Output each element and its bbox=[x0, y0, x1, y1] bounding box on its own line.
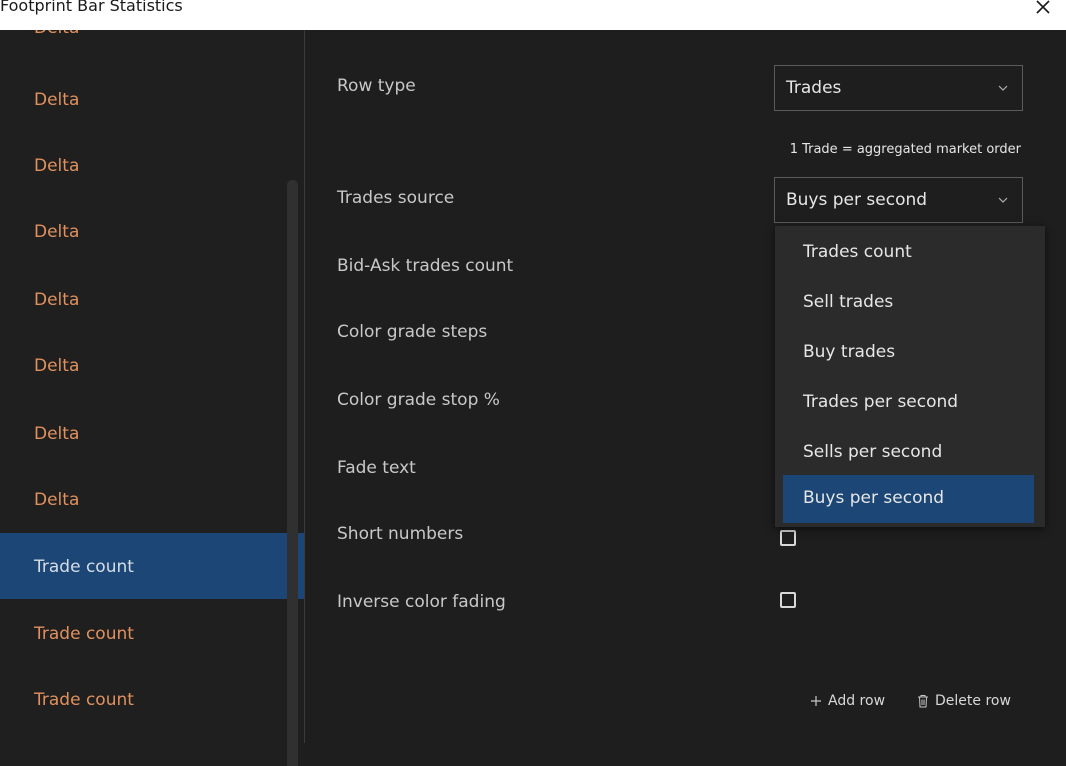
sidebar-item-trade-count[interactable]: Trade count bbox=[0, 666, 305, 732]
sidebar-item-delta[interactable]: Delta bbox=[0, 132, 305, 198]
sidebar-item-label: Trade count bbox=[34, 624, 134, 644]
dropdown-option[interactable]: Buy trades bbox=[775, 328, 1045, 378]
sidebar-item-delta[interactable]: Delta bbox=[0, 332, 305, 398]
dropdown-option-label: Buy trades bbox=[803, 342, 896, 362]
short-numbers-label: Short numbers bbox=[337, 524, 464, 544]
close-icon bbox=[1036, 0, 1050, 14]
title-bar: Footprint Bar Statistics bbox=[0, 0, 1066, 30]
chevron-down-icon bbox=[998, 85, 1008, 91]
chevron-down-icon bbox=[998, 197, 1008, 203]
bid-ask-label: Bid-Ask trades count bbox=[337, 256, 514, 276]
dropdown-option-label: Buys per second bbox=[803, 488, 945, 508]
trade-hint: 1 Trade = aggregated market order bbox=[789, 142, 1021, 157]
add-row-label: Add row bbox=[828, 693, 886, 709]
short-numbers-checkbox[interactable] bbox=[780, 530, 796, 546]
dropdown-option-label: Sells per second bbox=[803, 442, 943, 462]
close-button[interactable] bbox=[1020, 0, 1066, 24]
row-type-value: Trades bbox=[786, 78, 842, 98]
trash-icon bbox=[918, 695, 928, 708]
delete-row-button[interactable]: Delete row bbox=[917, 693, 1011, 709]
dropdown-option-selected[interactable]: Buys per second bbox=[783, 475, 1034, 523]
sidebar-item-delta[interactable]: Delta bbox=[0, 266, 305, 332]
sidebar-item-trade-count[interactable]: Trade count bbox=[0, 533, 305, 599]
delete-row-label: Delete row bbox=[935, 693, 1011, 709]
sidebar-item-label: Delta bbox=[34, 356, 80, 376]
sidebar-item-label: Delta bbox=[34, 90, 80, 110]
sidebar: Delta Delta Delta Delta Delta Delta Delt… bbox=[0, 30, 305, 766]
sidebar-item-delta[interactable]: Delta bbox=[0, 66, 305, 132]
plus-icon bbox=[811, 696, 821, 706]
trades-source-dropdown: Trades count Sell trades Buy trades Trad… bbox=[775, 226, 1045, 527]
trades-source-value: Buys per second bbox=[786, 190, 928, 210]
sidebar-item-partial[interactable]: Delta bbox=[34, 30, 79, 38]
sidebar-item-label: Delta bbox=[34, 290, 80, 310]
dropdown-option[interactable]: Sell trades bbox=[775, 278, 1045, 328]
dropdown-option-label: Trades per second bbox=[803, 392, 959, 412]
row-type-label: Row type bbox=[337, 76, 416, 96]
window-title: Footprint Bar Statistics bbox=[0, 0, 183, 15]
sidebar-item-label: Delta bbox=[34, 490, 80, 510]
dropdown-option[interactable]: Trades count bbox=[775, 228, 1045, 278]
sidebar-item-delta[interactable]: Delta bbox=[0, 466, 305, 532]
sidebar-item-label: Delta bbox=[34, 156, 80, 176]
sidebar-scrollbar[interactable] bbox=[287, 180, 298, 766]
sidebar-item-delta[interactable]: Delta bbox=[0, 198, 305, 264]
row-type-select[interactable]: Trades bbox=[774, 65, 1023, 111]
sidebar-item-delta[interactable]: Delta bbox=[0, 400, 305, 466]
add-row-button[interactable]: Add row bbox=[810, 693, 885, 709]
dropdown-option-label: Trades count bbox=[803, 242, 912, 262]
sidebar-item-trade-count[interactable]: Trade count bbox=[0, 600, 305, 666]
sidebar-item-label: Trade count bbox=[34, 690, 134, 710]
sidebar-item-label: Delta bbox=[34, 424, 80, 444]
color-grade-steps-label: Color grade steps bbox=[337, 322, 488, 342]
inverse-color-fading-label: Inverse color fading bbox=[337, 592, 506, 612]
sidebar-item-label: Trade count bbox=[34, 557, 134, 577]
dropdown-option[interactable]: Trades per second bbox=[775, 378, 1045, 428]
fade-text-label: Fade text bbox=[337, 458, 416, 478]
color-grade-stop-label: Color grade stop % bbox=[337, 390, 500, 410]
trades-source-label: Trades source bbox=[337, 188, 455, 208]
sidebar-item-label: Delta bbox=[34, 222, 80, 242]
dropdown-option[interactable]: Sells per second bbox=[775, 428, 1045, 478]
trades-source-select[interactable]: Buys per second bbox=[774, 177, 1023, 223]
dropdown-option-label: Sell trades bbox=[803, 292, 894, 312]
inverse-color-fading-checkbox[interactable] bbox=[780, 592, 796, 608]
